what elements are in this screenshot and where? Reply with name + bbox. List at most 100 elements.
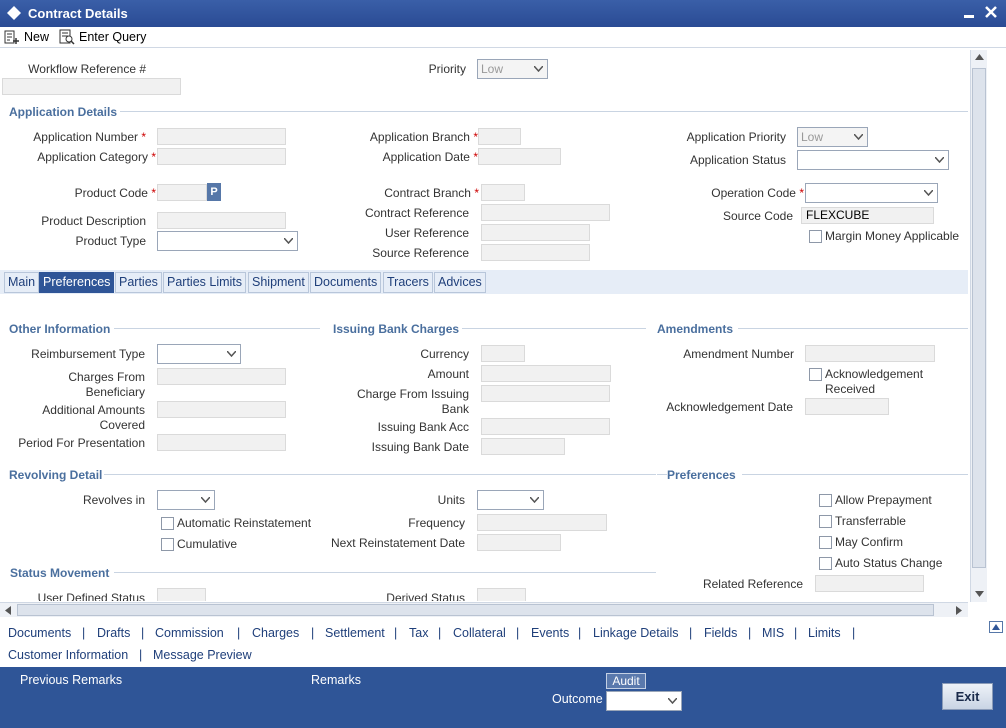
tab-parties[interactable]: Parties <box>115 272 162 293</box>
scroll-left-icon[interactable] <box>5 606 11 615</box>
link-events[interactable]: Events <box>531 626 569 640</box>
tab-shipment[interactable]: Shipment <box>248 272 309 293</box>
allow-prepayment-checkbox[interactable] <box>819 494 832 507</box>
tab-advices[interactable]: Advices <box>434 272 486 293</box>
frequency-input[interactable] <box>477 514 607 531</box>
operation-code-text: Operation Code <box>711 186 796 200</box>
period-for-presentation-input[interactable] <box>157 434 286 451</box>
product-description-input[interactable] <box>157 212 286 229</box>
charges-from-beneficiary-input[interactable] <box>157 368 286 385</box>
auto-status-change-checkbox[interactable] <box>819 557 832 570</box>
scroll-up-icon[interactable] <box>975 54 984 60</box>
link-settlement[interactable]: Settlement <box>325 626 385 640</box>
source-code-input[interactable]: FLEXCUBE <box>801 207 934 224</box>
derived-status-input[interactable] <box>477 588 526 601</box>
tab-documents[interactable]: Documents <box>310 272 382 293</box>
next-reinstatement-date-input[interactable] <box>477 534 561 551</box>
link-charges[interactable]: Charges <box>252 626 299 640</box>
outcome-select[interactable] <box>606 691 682 711</box>
chevron-down-icon <box>530 497 539 503</box>
cumulative-label: Cumulative <box>177 537 238 551</box>
source-reference-input[interactable] <box>481 244 590 261</box>
units-select[interactable] <box>477 490 544 510</box>
tab-tracers[interactable]: Tracers <box>383 272 433 293</box>
link-separator: | <box>311 626 315 640</box>
margin-money-checkbox[interactable] <box>809 230 822 243</box>
link-separator: | <box>141 626 145 640</box>
collapse-up-icon[interactable] <box>989 621 1003 633</box>
scroll-right-icon[interactable] <box>956 606 962 615</box>
link-documents[interactable]: Documents <box>8 626 71 640</box>
horizontal-scrollbar[interactable] <box>0 602 968 617</box>
operation-code-select[interactable] <box>805 183 938 203</box>
required-marker: * <box>474 186 479 200</box>
may-confirm-checkbox[interactable] <box>819 536 832 549</box>
link-drafts[interactable]: Drafts <box>97 626 130 640</box>
acknowledgement-received-checkbox[interactable] <box>809 368 822 381</box>
link-message-preview[interactable]: Message Preview <box>153 648 252 662</box>
horizontal-scroll-thumb[interactable] <box>17 604 934 616</box>
application-date-label: Application Date * <box>330 150 478 164</box>
priority-select[interactable]: Low <box>477 59 548 79</box>
link-separator: | <box>438 626 442 640</box>
acknowledgement-date-input[interactable] <box>805 398 889 415</box>
exit-button[interactable]: Exit <box>942 683 993 710</box>
tab-preferences[interactable]: Preferences <box>39 272 115 293</box>
application-number-input[interactable] <box>157 128 286 145</box>
amount-input[interactable] <box>481 365 611 382</box>
product-code-input[interactable] <box>157 184 207 201</box>
contract-reference-input[interactable] <box>481 204 610 221</box>
link-mis[interactable]: MIS <box>762 626 784 640</box>
application-category-input[interactable] <box>157 148 286 165</box>
scroll-down-icon[interactable] <box>975 591 984 597</box>
issuing-bank-acc-input[interactable] <box>481 418 610 435</box>
toolbar: New Enter Query <box>0 27 1006 48</box>
enter-query-button[interactable]: Enter Query <box>58 29 148 45</box>
reimbursement-type-select[interactable] <box>157 344 241 364</box>
link-separator: | <box>82 626 86 640</box>
link-commission[interactable]: Commission <box>155 626 224 640</box>
previous-remarks-label: Previous Remarks <box>20 673 123 687</box>
link-tax[interactable]: Tax <box>409 626 428 640</box>
amendment-number-input[interactable] <box>805 345 935 362</box>
charge-from-issuing-input[interactable] <box>481 385 610 402</box>
currency-input[interactable] <box>481 345 525 362</box>
outcome-label: Outcome <box>552 692 603 706</box>
minimize-icon[interactable] <box>962 7 976 21</box>
acknowledgement-received-label-2: Received <box>825 382 876 396</box>
tab-parties-limits[interactable]: Parties Limits <box>163 272 247 293</box>
priority-label: Priority <box>428 62 466 76</box>
application-date-input[interactable] <box>478 148 561 165</box>
acknowledgement-date-label: Acknowledgement Date <box>666 400 793 414</box>
product-type-select[interactable] <box>157 231 298 251</box>
workflow-reference-input[interactable] <box>2 78 181 95</box>
automatic-reinstatement-checkbox[interactable] <box>161 517 174 530</box>
application-branch-label: Application Branch * <box>330 130 478 144</box>
contract-branch-input[interactable] <box>481 184 525 201</box>
issuing-bank-acc-label: Issuing Bank Acc <box>377 420 469 434</box>
cumulative-checkbox[interactable] <box>161 538 174 551</box>
link-collateral[interactable]: Collateral <box>453 626 506 640</box>
acknowledgement-received-label-1: Acknowledgement <box>825 367 924 381</box>
transferrable-checkbox[interactable] <box>819 515 832 528</box>
link-linkage-details[interactable]: Linkage Details <box>593 626 678 640</box>
audit-button[interactable]: Audit <box>606 673 646 689</box>
issuing-bank-date-input[interactable] <box>481 438 565 455</box>
link-limits[interactable]: Limits <box>808 626 841 640</box>
user-defined-status-input[interactable] <box>157 588 206 601</box>
link-customer-information[interactable]: Customer Information <box>8 648 128 662</box>
new-button[interactable]: New <box>4 29 52 45</box>
application-branch-input[interactable] <box>478 128 521 145</box>
vertical-scroll-thumb[interactable] <box>972 68 986 568</box>
product-code-lookup-button[interactable]: P <box>207 183 221 201</box>
close-icon[interactable] <box>984 5 998 19</box>
additional-amounts-input[interactable] <box>157 401 286 418</box>
revolves-in-select[interactable] <box>157 490 215 510</box>
source-reference-label: Source Reference <box>372 246 469 260</box>
link-fields[interactable]: Fields <box>704 626 737 640</box>
application-status-select[interactable] <box>797 150 949 170</box>
tab-main[interactable]: Main <box>4 272 40 293</box>
application-priority-select[interactable]: Low <box>797 127 868 147</box>
vertical-scrollbar[interactable] <box>970 50 987 602</box>
user-reference-input[interactable] <box>481 224 590 241</box>
